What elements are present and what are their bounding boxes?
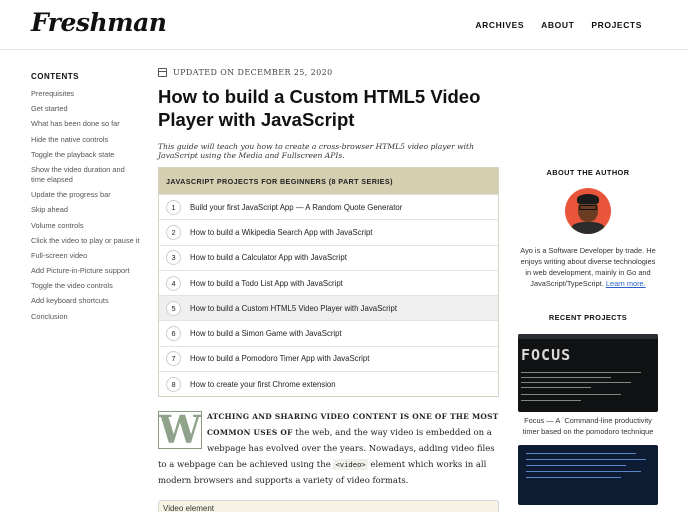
terminal-line [521, 387, 591, 389]
series-item-number: 4 [166, 275, 181, 291]
series-item[interactable]: 6 How to build a Simon Game with JavaScri… [159, 320, 498, 346]
intro-paragraph: W ATCHING AND SHARING VIDEO CONTENT IS O… [158, 409, 499, 489]
series-item-label: How to build a Wikipedia Search App with… [190, 227, 373, 237]
series-item-label: How to build a Simon Game with JavaScrip… [190, 329, 342, 339]
series-item-number: 2 [166, 224, 181, 240]
toc-item[interactable]: Prerequisites [31, 89, 146, 99]
series-item-label: How to build a Custom HTML5 Video Player… [190, 303, 397, 313]
series-item-label: How to build a Todo List App with JavaSc… [190, 278, 343, 288]
toc-item[interactable]: Get started [31, 104, 146, 114]
terminal-line [521, 382, 631, 384]
table-of-contents: CONTENTS Prerequisites Get started What … [31, 72, 146, 327]
series-item[interactable]: 1 Build your first JavaScript App — A Ran… [159, 194, 498, 220]
toc-item[interactable]: Full-screen video [31, 251, 146, 261]
project-thumbnail-2[interactable] [518, 445, 658, 505]
project-thumbnail-focus[interactable]: FOCUS [518, 334, 658, 412]
site-header: Freshman ARCHIVES ABOUT PROJECTS [0, 0, 688, 50]
calendar-icon [158, 68, 167, 77]
toc-item[interactable]: Update the progress bar [31, 190, 146, 200]
toc-item[interactable]: Toggle the playback state [31, 150, 146, 160]
toc-item[interactable]: Hide the native controls [31, 135, 146, 145]
series-item[interactable]: 2 How to build a Wikipedia Search App wit… [159, 219, 498, 245]
post-date-row: UPDATED ON DECEMBER 25, 2020 [158, 68, 499, 77]
terminal-line [526, 459, 646, 461]
toc-item[interactable]: Add keyboard shortcuts [31, 296, 146, 306]
series-item-label: How to build a Calculator App with JavaS… [190, 253, 347, 263]
terminal-line [521, 394, 621, 396]
inline-code: <video> [333, 459, 368, 470]
terminal-line [521, 400, 581, 402]
page-title: How to build a Custom HTML5 Video Player… [158, 86, 481, 130]
main-nav: ARCHIVES ABOUT PROJECTS [475, 20, 642, 30]
learn-more-link[interactable]: Learn more. [606, 279, 646, 288]
terminal-line [526, 453, 636, 455]
site-logo[interactable]: Freshman [31, 8, 167, 37]
article-header: UPDATED ON DECEMBER 25, 2020 How to buil… [158, 68, 499, 160]
toc-item[interactable]: Add Picture-in-Picture support [31, 266, 146, 276]
series-item-number: 7 [166, 351, 181, 367]
author-avatar [565, 188, 611, 234]
series-item-number: 8 [166, 376, 181, 392]
series-item-number: 5 [166, 300, 181, 316]
series-item-number: 3 [166, 250, 181, 266]
series-item[interactable]: 3 How to build a Calculator App with Java… [159, 244, 498, 270]
series-heading: JAVASCRIPT PROJECTS FOR BEGINNERS (8 PAR… [159, 168, 498, 194]
series-box: JAVASCRIPT PROJECTS FOR BEGINNERS (8 PAR… [158, 167, 499, 398]
project-caption: Focus — A `Command-line productivity tim… [522, 416, 654, 436]
toc-title: CONTENTS [31, 72, 79, 81]
toc-item[interactable]: Conclusion [31, 312, 146, 322]
series-item-number: 6 [166, 326, 181, 342]
recent-projects-heading: RECENT PROJECTS [548, 313, 628, 322]
toc-item[interactable]: Click the video to play or pause it [31, 236, 146, 246]
series-item-label: How to build a Pomodoro Timer App with J… [190, 354, 370, 364]
terminal-line [521, 372, 641, 374]
terminal-line [526, 465, 626, 467]
avatar-glasses [579, 205, 597, 210]
author-bio: Ayo is a Software Developer by trade. He… [518, 245, 658, 289]
project-image-text: FOCUS [521, 346, 572, 364]
toc-item[interactable]: What has been done so far [31, 119, 146, 129]
series-item[interactable]: 4 How to build a Todo List App with JavaS… [159, 269, 498, 296]
series-list: 1 Build your first JavaScript App — A Ran… [159, 194, 498, 397]
toc-item[interactable]: Skip ahead [31, 205, 146, 215]
video-element-label: Video element [163, 504, 214, 512]
series-item-label: Build your first JavaScript App — A Rand… [190, 202, 403, 212]
series-item-label: How to create your first Chrome extensio… [190, 379, 336, 389]
terminal-line [521, 377, 611, 379]
toc-item[interactable]: Toggle the video controls [31, 281, 146, 291]
nav-archives[interactable]: ARCHIVES [475, 20, 524, 30]
series-item-number: 1 [166, 199, 181, 215]
post-subtitle: This guide will teach you how to create … [158, 142, 474, 160]
post-date: UPDATED ON DECEMBER 25, 2020 [173, 68, 333, 77]
terminal-line [526, 471, 641, 473]
toc-item[interactable]: Volume controls [31, 221, 146, 231]
avatar-shirt [571, 222, 605, 234]
terminal-line [526, 477, 621, 479]
right-sidebar: ABOUT THE AUTHOR Ayo is a Software Devel… [518, 168, 658, 505]
toc-item[interactable]: Show the video duration and time elapsed [31, 165, 131, 185]
series-item[interactable]: 7 How to build a Pomodoro Timer App with … [159, 345, 498, 372]
avatar-hair [577, 194, 599, 204]
drop-cap: W [158, 407, 202, 452]
series-item[interactable]: 5 How to build a Custom HTML5 Video Playe… [159, 295, 498, 321]
nav-projects[interactable]: PROJECTS [591, 20, 642, 30]
nav-about[interactable]: ABOUT [541, 20, 574, 30]
terminal-titlebar [518, 334, 658, 339]
video-element-box: Video element [158, 500, 499, 512]
series-item[interactable]: 8 How to create your first Chrome extensi… [159, 371, 498, 397]
about-author-heading: ABOUT THE AUTHOR [546, 168, 630, 177]
